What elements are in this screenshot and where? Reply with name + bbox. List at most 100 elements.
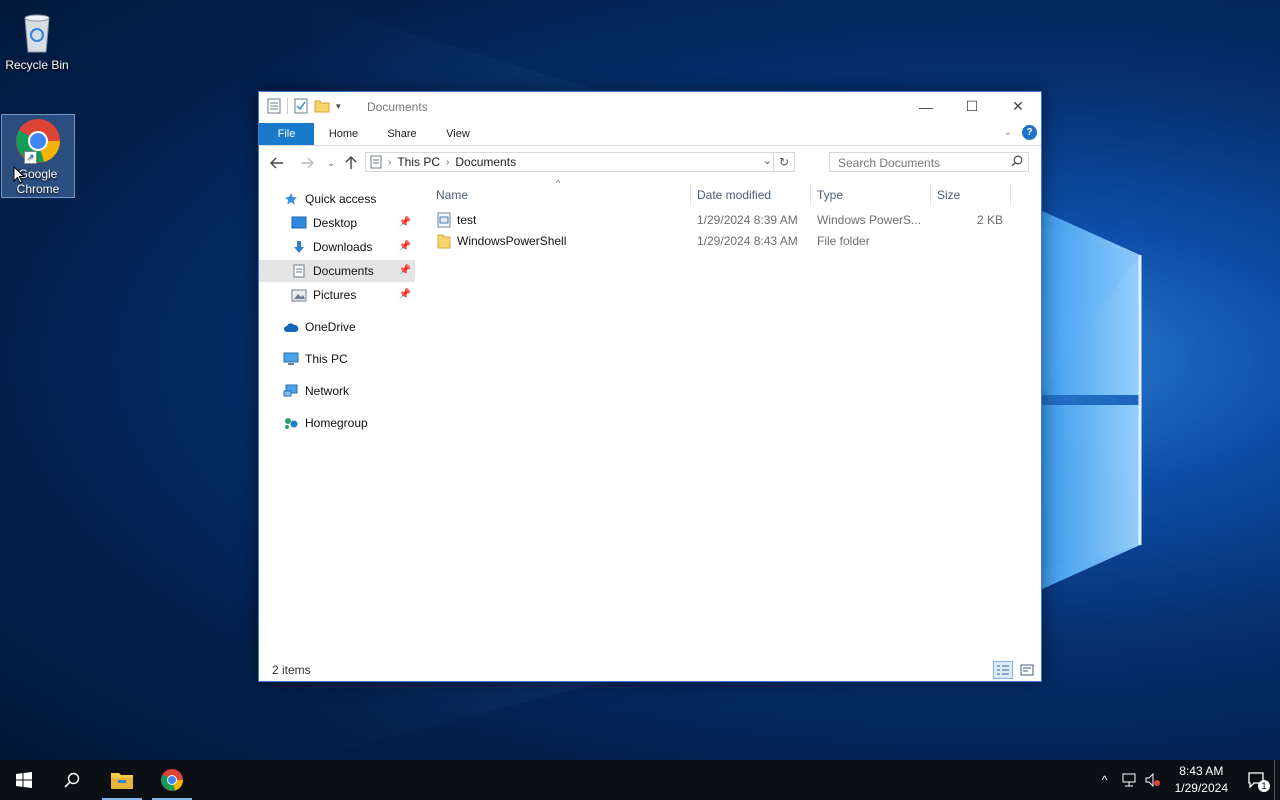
up-arrow-icon	[345, 156, 357, 169]
notification-count-badge: 1	[1258, 780, 1270, 792]
nav-homegroup[interactable]: Homegroup	[259, 412, 415, 434]
search-input[interactable]	[836, 154, 1010, 172]
homegroup-icon	[283, 415, 299, 431]
file-type: File folder	[817, 234, 870, 248]
downloads-icon	[291, 239, 307, 255]
tab-share[interactable]: Share	[379, 123, 425, 145]
file-size: 2 KB	[976, 213, 1003, 227]
forward-arrow-icon	[301, 157, 314, 169]
table-row[interactable]: test 1/29/2024 8:39 AM Windows PowerS...…	[429, 210, 1011, 231]
column-divider[interactable]	[810, 184, 811, 206]
qat-separator	[287, 98, 288, 114]
documents-location-icon	[370, 155, 382, 169]
search-icon	[64, 772, 80, 788]
file-name: WindowsPowerShell	[457, 234, 567, 248]
expand-ribbon-icon[interactable]: ⌄	[1004, 127, 1012, 138]
nav-documents[interactable]: Documents 📌	[259, 260, 415, 282]
tab-view[interactable]: View	[437, 123, 479, 145]
column-header-name[interactable]: Name	[436, 184, 468, 206]
address-history-dropdown-icon[interactable]: ⌄	[763, 154, 772, 167]
pictures-icon	[291, 287, 307, 303]
taskbar-clock[interactable]: 8:43 AM 1/29/2024	[1175, 763, 1228, 797]
navigation-pane: Quick access Desktop 📌 Downloads 📌 Docum…	[259, 184, 417, 654]
properties-icon[interactable]	[294, 98, 308, 114]
recycle-bin-icon	[24, 14, 50, 53]
taskbar-google-chrome[interactable]	[148, 760, 196, 800]
breadcrumb-this-pc[interactable]: This PC	[397, 155, 440, 169]
google-chrome-shortcut[interactable]: ↗ Google Chrome	[1, 114, 75, 198]
recent-locations-button[interactable]: ⌄	[321, 153, 341, 173]
column-header-date-modified[interactable]: Date modified	[697, 184, 771, 206]
title-bar[interactable]: ▾ Documents — ☐ ✕	[259, 92, 1041, 122]
nav-this-pc[interactable]: This PC	[259, 348, 415, 370]
column-divider[interactable]	[690, 184, 691, 206]
recycle-bin-icon[interactable]: Recycle Bin	[1, 4, 73, 73]
nav-quick-access[interactable]: Quick access	[259, 188, 415, 210]
up-button[interactable]	[341, 153, 361, 173]
breadcrumb-chevron-icon[interactable]: ›	[446, 157, 449, 168]
window-title: Documents	[367, 100, 428, 114]
show-desktop-button[interactable]	[1274, 760, 1280, 800]
nav-network[interactable]: Network	[259, 380, 415, 402]
file-type: Windows PowerS...	[817, 213, 922, 227]
help-icon[interactable]: ?	[1022, 125, 1037, 140]
column-divider[interactable]	[1010, 184, 1011, 206]
column-header-type[interactable]: Type	[817, 184, 843, 206]
chevron-down-icon: ⌄	[327, 157, 335, 168]
maximize-button[interactable]: ☐	[949, 92, 995, 121]
chrome-icon	[16, 119, 60, 163]
search-icon	[1011, 155, 1023, 167]
table-row[interactable]: WindowsPowerShell 1/29/2024 8:43 AM File…	[429, 231, 1011, 252]
action-center-button[interactable]: 1	[1240, 772, 1274, 792]
start-button[interactable]	[0, 760, 48, 800]
pin-icon: 📌	[398, 265, 411, 276]
large-icons-view-button[interactable]	[1017, 661, 1037, 679]
details-view-button[interactable]	[993, 661, 1013, 679]
show-hidden-icons-chevron-icon[interactable]: ^	[1093, 773, 1117, 787]
nav-this-pc-label: This PC	[305, 352, 348, 366]
search-box[interactable]	[829, 152, 1029, 172]
file-date-modified: 1/29/2024 8:43 AM	[697, 234, 798, 248]
back-button[interactable]	[267, 153, 287, 173]
breadcrumb-chevron-icon[interactable]: ›	[388, 157, 391, 168]
taskbar-file-explorer[interactable]	[98, 760, 146, 800]
nav-desktop-label: Desktop	[313, 216, 358, 230]
column-divider[interactable]	[930, 184, 931, 206]
pin-icon: 📌	[398, 289, 411, 300]
documents-app-icon	[267, 98, 281, 114]
volume-muted-icon[interactable]	[1141, 773, 1165, 787]
nav-pictures-label: Pictures	[313, 288, 357, 302]
search-button[interactable]	[48, 760, 96, 800]
column-header-size[interactable]: Size	[937, 184, 960, 206]
qat-customize-dropdown-icon[interactable]: ▾	[336, 101, 341, 112]
file-date-modified: 1/29/2024 8:39 AM	[697, 213, 798, 227]
nav-onedrive-label: OneDrive	[305, 320, 356, 334]
address-bar[interactable]: › This PC › Documents ⌄ ↻	[365, 152, 795, 172]
tab-file[interactable]: File	[259, 123, 314, 145]
nav-onedrive[interactable]: OneDrive	[259, 316, 415, 338]
breadcrumb-documents[interactable]: Documents	[455, 155, 516, 169]
tab-home[interactable]: Home	[321, 123, 366, 145]
script-file-icon	[437, 212, 451, 231]
new-folder-icon[interactable]	[314, 98, 330, 114]
nav-downloads[interactable]: Downloads 📌	[259, 236, 415, 258]
file-name: test	[457, 213, 477, 227]
quick-access-toolbar: ▾	[267, 98, 341, 114]
desktop-icon	[291, 215, 307, 231]
nav-desktop[interactable]: Desktop 📌	[259, 212, 415, 234]
refresh-button[interactable]: ↻	[773, 153, 794, 171]
nav-downloads-label: Downloads	[313, 240, 373, 254]
forward-button[interactable]	[297, 153, 317, 173]
star-icon	[283, 191, 299, 207]
taskbar: ^ 8:43 AM 1/29/2024 1	[0, 760, 1280, 800]
minimize-button[interactable]: —	[903, 92, 949, 121]
shortcut-arrow-icon: ↗	[24, 151, 37, 164]
file-list: ^ Name Date modified Type Size test 1/29…	[429, 178, 1041, 651]
nav-quick-access-label: Quick access	[305, 192, 377, 206]
documents-icon	[291, 263, 307, 279]
recycle-bin-label: Recycle Bin	[5, 58, 69, 72]
nav-pictures[interactable]: Pictures 📌	[259, 284, 415, 306]
network-status-icon[interactable]	[1117, 773, 1141, 787]
refresh-icon: ↻	[778, 155, 790, 169]
close-button[interactable]: ✕	[995, 92, 1041, 121]
